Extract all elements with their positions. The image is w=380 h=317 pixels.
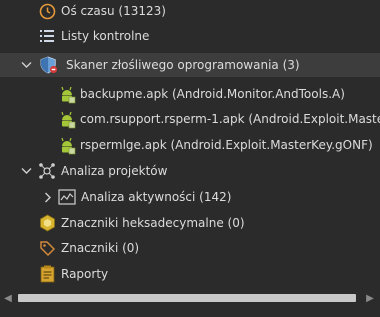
scrollbar-thumb[interactable] — [18, 294, 356, 302]
tree-item-hex-tags[interactable]: Znaczniki heksadecymalne (0) — [0, 211, 380, 235]
report-icon — [38, 265, 56, 283]
tree-item-timeline[interactable]: Oś czasu (13123) — [0, 0, 380, 23]
tree-item-project-analysis[interactable]: Analiza projektów — [0, 159, 380, 183]
network-analysis-icon — [38, 162, 56, 180]
tree-item-label: Znaczniki heksadecymalne (0) — [61, 216, 245, 230]
navigation-tree: Oś czasu (13123) Listy kontrolne Skaner … — [0, 0, 380, 288]
tree-item-label: Listy kontrolne — [61, 29, 150, 43]
tree-item-malware-result[interactable]: backupme.apk (Android.Monitor.AndTools.A… — [0, 82, 380, 106]
tree-item-label: Raporty — [61, 267, 109, 281]
tree-item-label: com.rsupport.rsperm-1.apk (Android.Explo… — [80, 112, 380, 126]
malware-scanner-icon — [40, 56, 58, 74]
chevron-down-icon[interactable] — [20, 59, 32, 71]
checklist-icon — [38, 27, 56, 45]
chevron-down-icon[interactable] — [20, 165, 32, 177]
tree-item-label: backupme.apk (Android.Monitor.AndTools.A… — [80, 87, 345, 101]
tree-item-label: Oś czasu (13123) — [61, 4, 166, 18]
tree-item-malware-result[interactable]: rspermlge.apk (Android.Exploit.MasterKey… — [0, 133, 380, 157]
tree-item-label: Skaner złośliwego oprogramowania (3) — [66, 58, 300, 72]
tree-item-label: rspermlge.apk (Android.Exploit.MasterKey… — [80, 138, 373, 152]
horizontal-scrollbar[interactable]: ◀ ▶ — [0, 288, 380, 308]
clock-icon — [38, 2, 56, 20]
tree-item-malware-scanner[interactable]: Skaner złośliwego oprogramowania (3) — [0, 53, 380, 77]
tree-item-checklists[interactable]: Listy kontrolne — [0, 24, 380, 48]
android-bug-icon — [59, 85, 77, 103]
android-bug-icon — [59, 136, 77, 154]
tree-item-tags[interactable]: Znaczniki (0) — [0, 236, 380, 260]
tree-item-label: Znaczniki (0) — [61, 241, 140, 255]
tree-item-label: Analiza aktywności (142) — [81, 190, 232, 204]
chevron-right-icon[interactable] — [42, 191, 54, 203]
activity-chart-icon — [58, 188, 76, 206]
tree-item-reports[interactable]: Raporty — [0, 262, 380, 286]
scroll-right-icon[interactable]: ▶ — [364, 292, 376, 304]
tree-item-activity-analysis[interactable]: Analiza aktywności (142) — [0, 185, 380, 209]
hex-tag-icon — [38, 214, 56, 232]
scroll-left-icon[interactable]: ◀ — [2, 292, 14, 304]
tree-item-malware-result[interactable]: com.rsupport.rsperm-1.apk (Android.Explo… — [0, 107, 380, 131]
android-bug-icon — [59, 110, 77, 128]
tree-item-label: Analiza projektów — [61, 164, 168, 178]
tag-icon — [38, 239, 56, 257]
